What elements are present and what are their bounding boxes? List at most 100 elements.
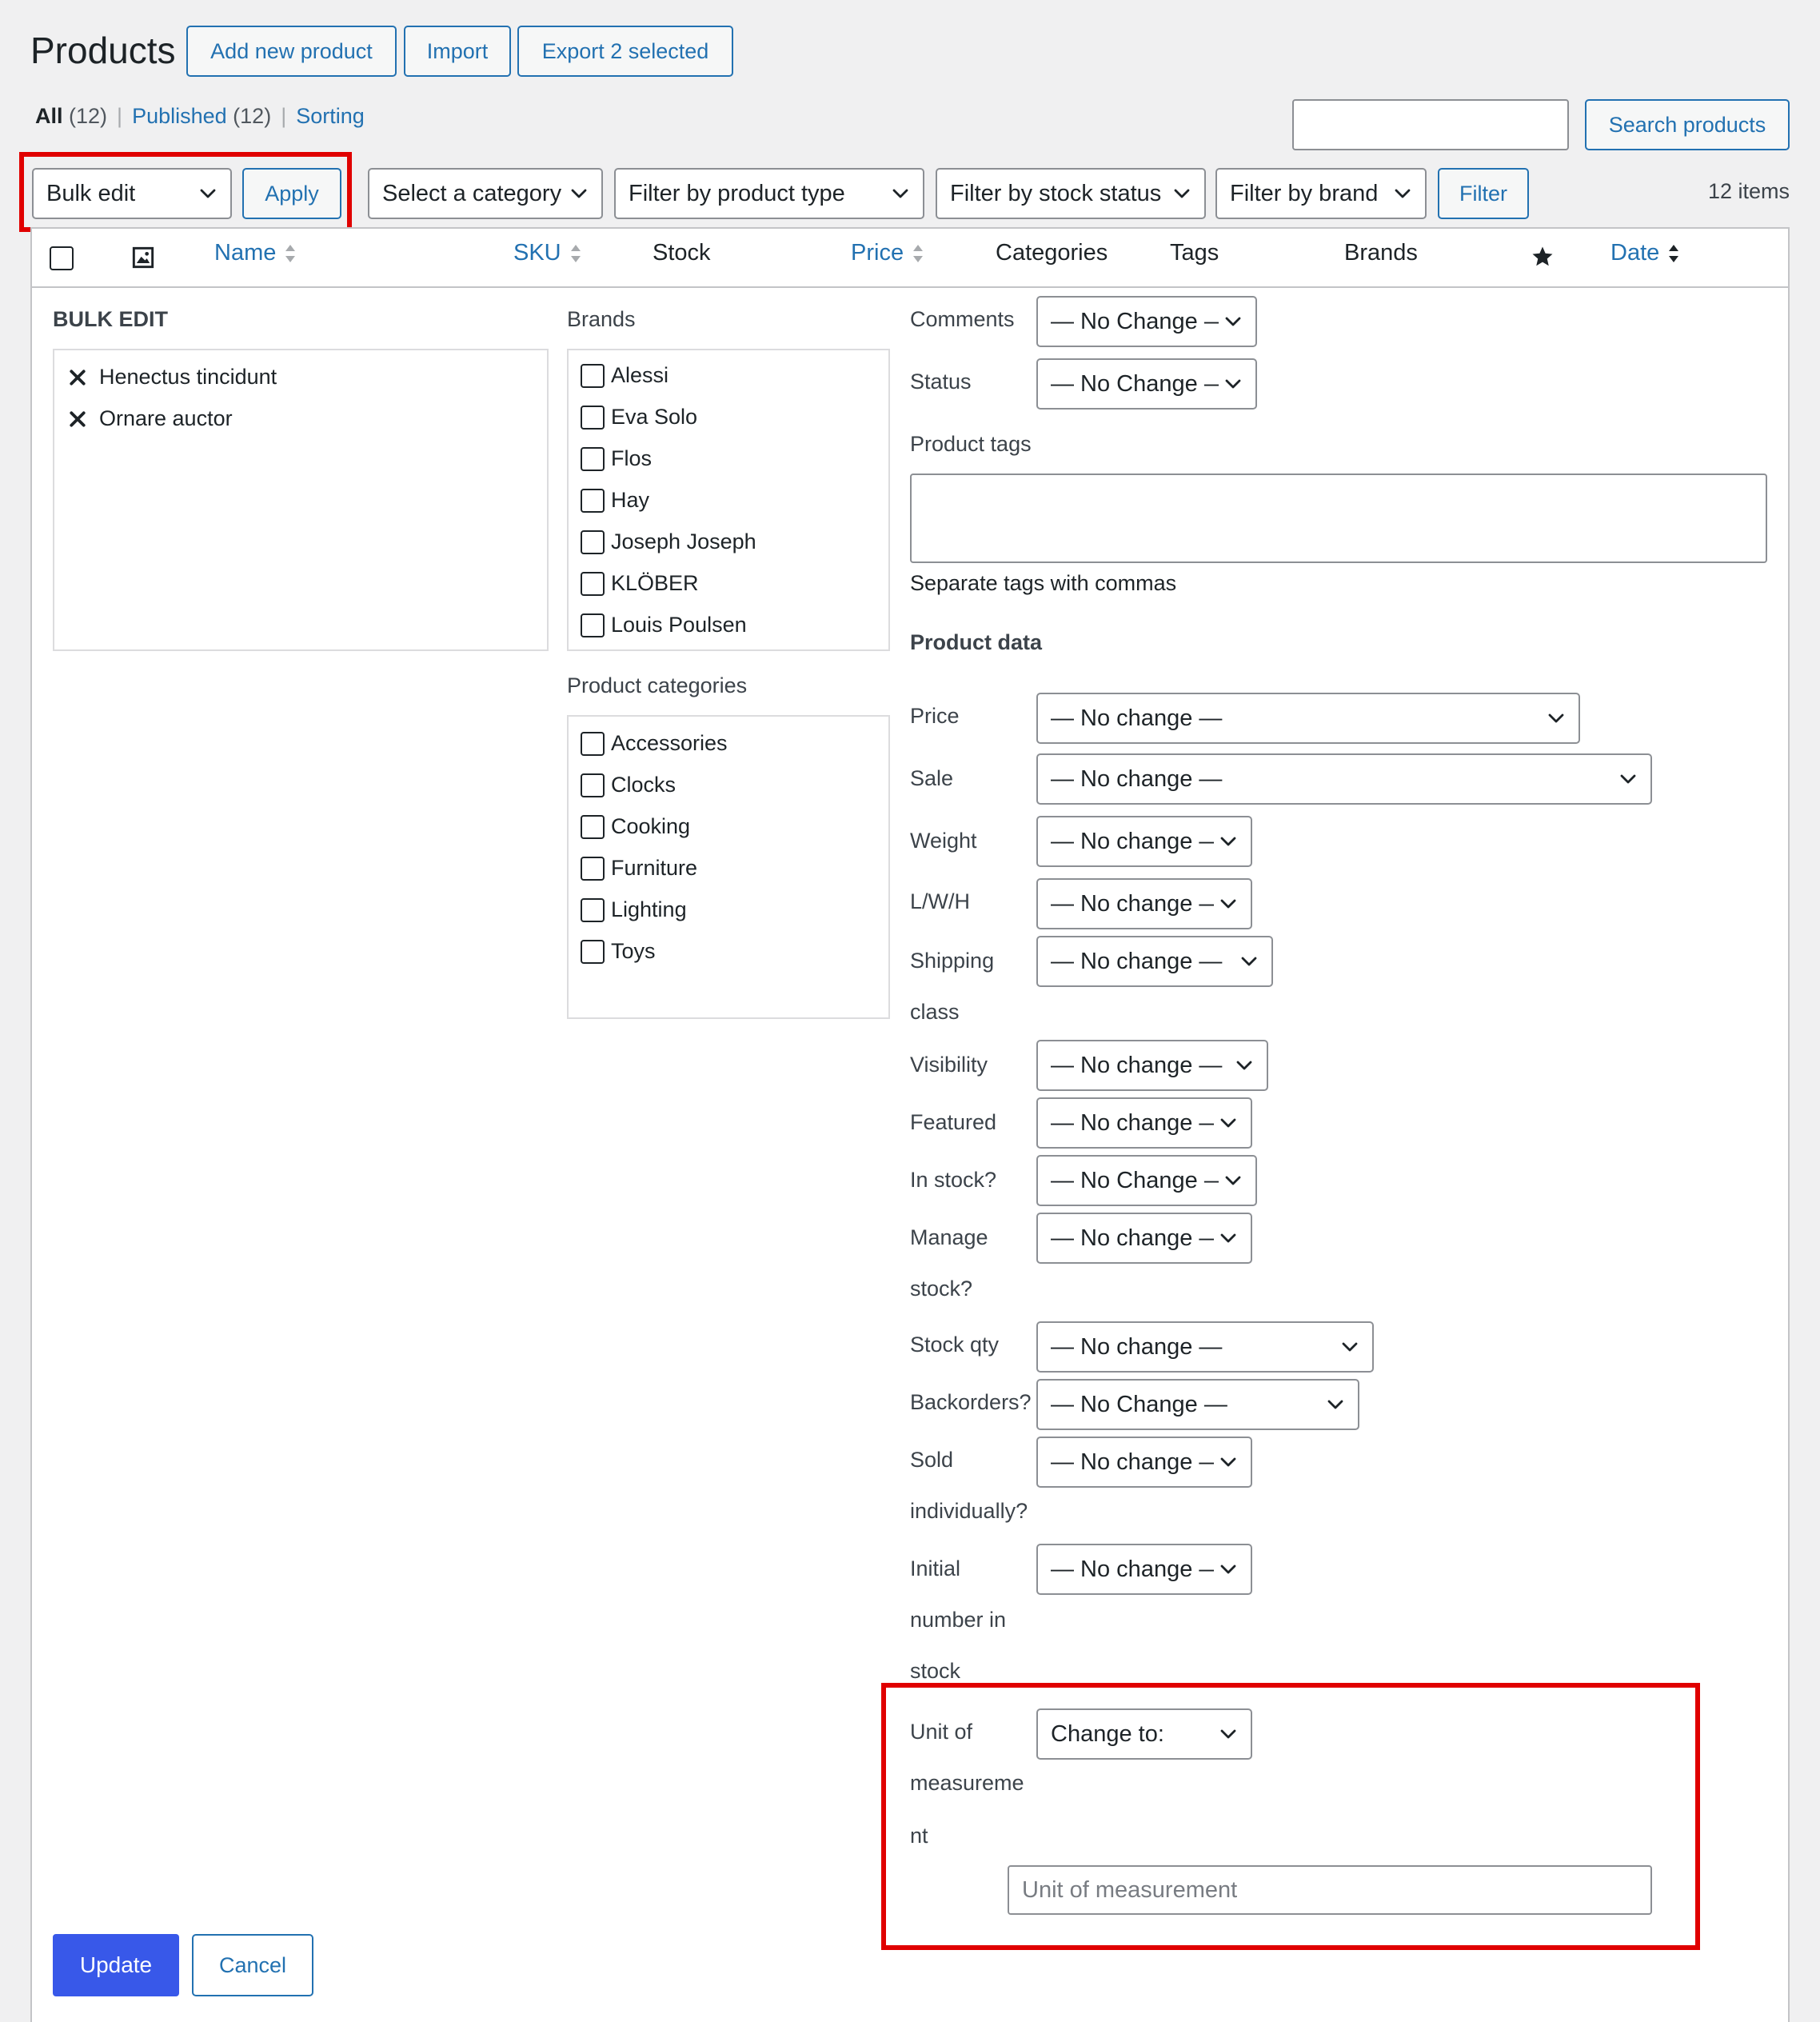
manage-stock-select[interactable]: — No change — <box>1036 1213 1252 1264</box>
chevron-down-icon <box>891 184 910 203</box>
chevron-down-icon <box>1219 1113 1238 1133</box>
stock-status-filter-select[interactable]: Filter by stock status <box>936 168 1206 219</box>
price-label: Price <box>910 704 960 728</box>
unit-of-measurement-highlight <box>881 1683 1700 1950</box>
featured-star-icon[interactable] <box>1531 245 1555 269</box>
status-select[interactable]: — No Change — <box>1036 358 1257 410</box>
sort-icon <box>569 242 582 265</box>
category-option[interactable]: Accessories <box>581 731 728 756</box>
chevron-down-icon <box>569 184 589 203</box>
image-column-icon <box>132 246 154 269</box>
weight-label: Weight <box>910 829 977 853</box>
product-type-filter-select[interactable]: Filter by product type <box>614 168 924 219</box>
initial-stock-label: number in <box>910 1608 1007 1632</box>
search-input[interactable] <box>1292 99 1569 150</box>
chevron-down-icon <box>1239 952 1259 971</box>
category-filter-select[interactable]: Select a category <box>368 168 603 219</box>
column-date[interactable]: Date <box>1610 240 1680 266</box>
chevron-down-icon <box>1219 894 1238 913</box>
chevron-down-icon <box>1219 1229 1238 1248</box>
in-stock-select[interactable]: — No Change — <box>1036 1155 1257 1206</box>
add-new-product-button[interactable]: Add new product <box>186 26 397 77</box>
sort-icon <box>912 242 924 265</box>
in-stock-label: In stock? <box>910 1168 997 1192</box>
weight-select[interactable]: — No change — <box>1036 816 1252 867</box>
filter-sorting[interactable]: Sorting <box>296 104 365 129</box>
tags-help-text: Separate tags with commas <box>910 571 1177 595</box>
column-categories: Categories <box>996 240 1108 266</box>
featured-label: Featured <box>910 1110 997 1134</box>
sold-individually-select[interactable]: — No change — <box>1036 1437 1252 1488</box>
comments-select[interactable]: — No Change — <box>1036 296 1257 347</box>
brand-filter-select[interactable]: Filter by brand <box>1215 168 1427 219</box>
column-name[interactable]: Name <box>214 240 297 266</box>
brand-option[interactable]: Flos <box>581 446 652 471</box>
select-all-checkbox[interactable] <box>50 246 74 270</box>
product-categories-label: Product categories <box>567 673 748 697</box>
shipping-class-label: class <box>910 1000 960 1024</box>
bulk-item: Ornare auctor <box>69 406 233 431</box>
lwh-select[interactable]: — No change — <box>1036 878 1252 929</box>
filter-all[interactable]: All (12) <box>35 104 107 129</box>
items-count: 12 items <box>1707 179 1790 203</box>
status-filter-links: All (12) | Published (12) | Sorting <box>35 104 365 129</box>
update-button[interactable]: Update <box>53 1934 179 1996</box>
initial-stock-select[interactable]: — No change — <box>1036 1544 1252 1595</box>
backorders-select[interactable]: — No Change — <box>1036 1379 1359 1430</box>
brand-option[interactable]: Joseph Joseph <box>581 529 756 554</box>
category-option[interactable]: Cooking <box>581 814 690 839</box>
brand-option[interactable]: KLÖBER <box>581 571 699 596</box>
chevron-down-icon <box>1219 1560 1238 1579</box>
price-select[interactable]: — No change — <box>1036 693 1580 744</box>
category-option[interactable]: Lighting <box>581 897 687 922</box>
lwh-label: L/W/H <box>910 889 971 913</box>
product-tags-textarea[interactable] <box>910 474 1767 563</box>
separator: | <box>117 104 123 128</box>
chevron-down-icon <box>1393 184 1412 203</box>
brand-option[interactable]: Alessi <box>581 363 669 388</box>
category-option[interactable]: Toys <box>581 939 656 964</box>
comments-label: Comments <box>910 307 1015 331</box>
import-button[interactable]: Import <box>404 26 511 77</box>
featured-select[interactable]: — No change — <box>1036 1097 1252 1149</box>
column-price[interactable]: Price <box>851 240 924 266</box>
cancel-button[interactable]: Cancel <box>192 1934 313 1996</box>
column-sku[interactable]: SKU <box>513 240 582 266</box>
filter-button[interactable]: Filter <box>1438 168 1529 219</box>
stock-qty-label: Stock qty <box>910 1333 1000 1357</box>
shipping-class-label: Shipping <box>910 949 995 973</box>
remove-icon[interactable] <box>69 369 86 386</box>
category-option[interactable]: Furniture <box>581 856 697 881</box>
brand-option[interactable]: Hay <box>581 488 649 513</box>
sold-individually-label: Sold <box>910 1448 954 1472</box>
sale-select[interactable]: — No change — <box>1036 753 1652 805</box>
separator: | <box>281 104 287 128</box>
bulk-edit-title: BULK EDIT <box>53 307 168 331</box>
column-tags: Tags <box>1170 240 1219 266</box>
shipping-class-select[interactable]: — No change — <box>1036 936 1273 987</box>
column-stock: Stock <box>653 240 711 266</box>
page-title: Products <box>30 30 176 71</box>
chevron-down-icon <box>1223 374 1243 394</box>
column-brands: Brands <box>1344 240 1418 266</box>
sale-label: Sale <box>910 766 954 790</box>
filter-published[interactable]: Published (12) <box>132 104 271 129</box>
brand-option[interactable]: Eva Solo <box>581 405 697 430</box>
bulk-action-highlight <box>19 152 352 232</box>
sort-icon <box>1667 242 1680 265</box>
chevron-down-icon <box>1219 1453 1238 1472</box>
brands-label: Brands <box>567 307 636 331</box>
initial-stock-label: stock <box>910 1659 961 1683</box>
remove-icon[interactable] <box>69 410 86 428</box>
stock-qty-select[interactable]: — No change — <box>1036 1321 1374 1373</box>
table-header-divider <box>32 286 1788 288</box>
export-selected-button[interactable]: Export 2 selected <box>517 26 733 77</box>
chevron-down-icon <box>1223 312 1243 331</box>
chevron-down-icon <box>1618 769 1638 789</box>
brand-option[interactable]: Louis Poulsen <box>581 613 747 637</box>
search-products-button[interactable]: Search products <box>1585 99 1790 150</box>
category-option[interactable]: Clocks <box>581 773 676 797</box>
chevron-down-icon <box>1340 1337 1359 1357</box>
visibility-select[interactable]: — No change — <box>1036 1040 1268 1091</box>
chevron-down-icon <box>1326 1395 1345 1414</box>
